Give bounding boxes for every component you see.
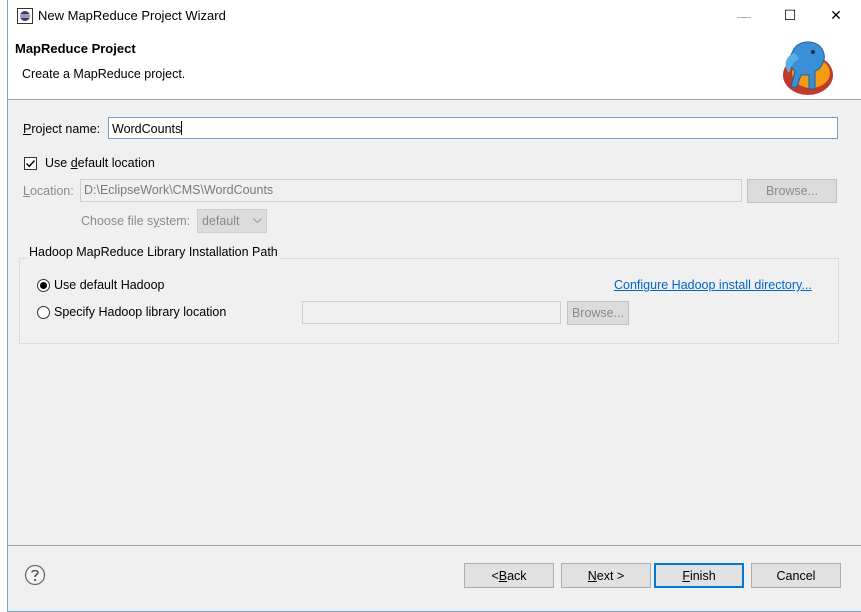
use-default-location-label[interactable]: Use default location [45, 156, 155, 170]
page-description: Create a MapReduce project. [22, 67, 186, 81]
help-icon[interactable] [24, 564, 46, 586]
close-icon: ✕ [830, 7, 842, 23]
location-label: Location: [23, 184, 74, 198]
elephant-logo-icon [783, 41, 833, 95]
wizard-dialog: New MapReduce Project Wizard — ☐ ✕ MapRe… [7, 0, 861, 612]
file-system-select[interactable]: default [197, 209, 267, 233]
specify-hadoop-radio[interactable] [37, 306, 50, 319]
project-name-input[interactable]: WordCounts [108, 117, 838, 139]
footer-divider [8, 545, 861, 546]
back-button[interactable]: < Back [464, 563, 554, 588]
chevron-down-icon [253, 218, 262, 224]
minimize-button[interactable]: — [721, 0, 767, 31]
radio-selected-dot [40, 282, 47, 289]
location-browse-button[interactable]: Browse... [747, 179, 837, 203]
checkmark-icon [26, 160, 36, 168]
use-default-hadoop-label[interactable]: Use default Hadoop [54, 278, 165, 292]
window-title: New MapReduce Project Wizard [38, 8, 226, 23]
hadoop-location-input[interactable] [302, 301, 561, 324]
cancel-button[interactable]: Cancel [751, 563, 841, 588]
location-input[interactable]: D:\EclipseWork\CMS\WordCounts [80, 179, 742, 202]
maximize-button[interactable]: ☐ [767, 0, 813, 31]
hadoop-browse-button[interactable]: Browse... [567, 301, 629, 325]
specify-hadoop-label[interactable]: Specify Hadoop library location [54, 305, 226, 319]
finish-button[interactable]: Finish [654, 563, 744, 588]
hadoop-group-title: Hadoop MapReduce Library Installation Pa… [27, 245, 280, 259]
maximize-icon: ☐ [783, 7, 797, 23]
next-button[interactable]: Next > [561, 563, 651, 588]
text-caret [181, 121, 183, 135]
background-strip [0, 0, 7, 612]
use-default-hadoop-radio[interactable] [37, 279, 50, 292]
file-system-label: Choose file system: [81, 214, 191, 228]
eclipse-app-icon [17, 8, 33, 24]
page-title: MapReduce Project [15, 41, 136, 56]
title-bar: New MapReduce Project Wizard — ☐ ✕ [8, 0, 861, 31]
configure-hadoop-link[interactable]: Configure Hadoop install directory... [614, 278, 812, 292]
minimize-icon: — [737, 7, 751, 24]
use-default-location-checkbox[interactable] [24, 157, 37, 170]
project-name-label: Project name: [23, 122, 101, 136]
close-button[interactable]: ✕ [813, 0, 859, 31]
wizard-header: MapReduce Project Create a MapReduce pro… [8, 31, 861, 100]
